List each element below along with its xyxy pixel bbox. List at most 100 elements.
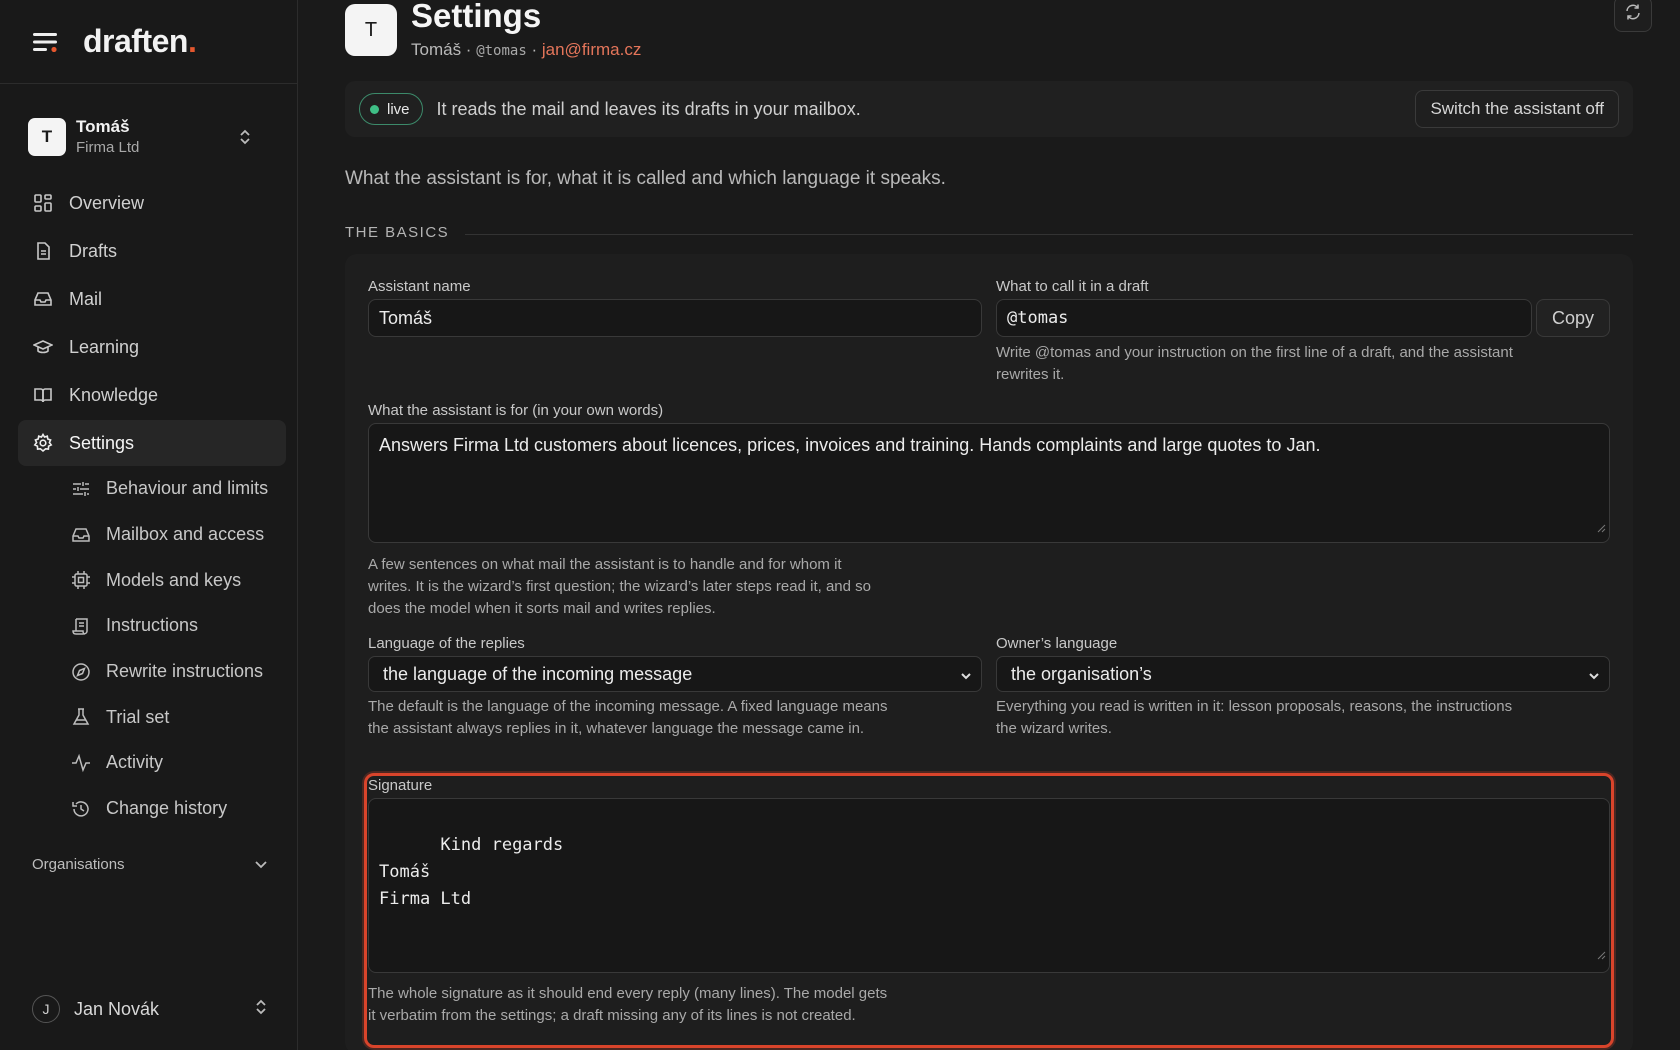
assistant-handle: @tomas bbox=[476, 43, 527, 59]
signature-label: Signature bbox=[368, 777, 433, 794]
purpose-help: A few sentences on what mail the assista… bbox=[368, 556, 871, 617]
scroll-icon bbox=[70, 615, 92, 637]
cpu-icon bbox=[70, 569, 92, 591]
subnav-label: Instructions bbox=[106, 615, 199, 636]
chevron-down-icon bbox=[1587, 667, 1601, 688]
flask-icon bbox=[70, 706, 92, 728]
user-avatar: J bbox=[32, 995, 60, 1023]
nav-item-drafts[interactable]: Drafts bbox=[18, 228, 286, 274]
nav-item-mail[interactable]: Mail bbox=[18, 276, 286, 322]
draft-handle-input[interactable]: @tomas bbox=[996, 299, 1532, 337]
main-content: T Settings Tomáš · @tomas · jan@firma.cz… bbox=[299, 0, 1680, 1050]
section-title: THE BASICS bbox=[345, 224, 450, 241]
assistant-avatar: T bbox=[345, 4, 397, 56]
basics-card: Assistant name Tomáš What to call it in … bbox=[345, 254, 1633, 1050]
subnav-item-activity[interactable]: Activity bbox=[18, 740, 286, 786]
owner-language-label: Owner’s language bbox=[996, 635, 1118, 652]
nav-item-learning[interactable]: Learning bbox=[18, 324, 286, 370]
separator: · bbox=[461, 40, 477, 59]
subnav-label: Change history bbox=[106, 798, 228, 819]
divider bbox=[465, 234, 1633, 235]
book-open-icon bbox=[32, 384, 54, 406]
draft-handle-help: Write @tomas and your instruction on the… bbox=[996, 344, 1513, 383]
organisations-toggle[interactable]: Organisations bbox=[32, 852, 268, 876]
user-menu[interactable]: J Jan Novák bbox=[32, 994, 268, 1024]
grid-icon bbox=[32, 192, 54, 214]
brand-name: draften bbox=[83, 23, 188, 59]
subnav-item-mailbox[interactable]: Mailbox and access bbox=[18, 512, 286, 558]
refresh-icon bbox=[1624, 3, 1642, 26]
gear-icon bbox=[32, 432, 54, 454]
inbox-icon bbox=[32, 288, 54, 310]
activity-icon bbox=[70, 752, 92, 774]
reply-language-help: The default is the language of the incom… bbox=[368, 698, 888, 737]
switch-assistant-off-button[interactable]: Switch the assistant off bbox=[1415, 90, 1619, 128]
signature-text: Kind regards Tomáš Firma Ltd bbox=[379, 835, 564, 909]
account-switcher[interactable]: T Tomáš Firma Ltd bbox=[20, 108, 278, 166]
account-name: Tomáš bbox=[76, 117, 130, 137]
status-badge-label: live bbox=[387, 100, 410, 118]
brand-row: draften. bbox=[0, 0, 297, 84]
subnav-label: Rewrite instructions bbox=[106, 661, 264, 682]
subnav-label: Models and keys bbox=[106, 569, 242, 590]
subnav-label: Mailbox and access bbox=[106, 524, 265, 545]
owner-email-link[interactable]: jan@firma.cz bbox=[542, 40, 641, 59]
sliders-icon bbox=[70, 478, 92, 500]
purpose-text: Answers Firma Ltd customers about licenc… bbox=[379, 435, 1321, 455]
separator: · bbox=[526, 40, 542, 59]
subnav-label: Behaviour and limits bbox=[106, 478, 269, 499]
signature-textarea[interactable]: Kind regards Tomáš Firma Ltd bbox=[368, 798, 1610, 973]
subnav-item-rewrite[interactable]: Rewrite instructions bbox=[18, 649, 286, 695]
assistant-name-input[interactable]: Tomáš bbox=[368, 299, 982, 337]
subnav-item-models[interactable]: Models and keys bbox=[18, 557, 286, 603]
file-text-icon bbox=[32, 240, 54, 262]
section-heading: THE BASICS bbox=[345, 224, 1633, 241]
page-header: T Settings Tomáš · @tomas · jan@firma.cz bbox=[345, 0, 641, 70]
settings-subnav: Behaviour and limits Mailbox and access … bbox=[18, 466, 286, 832]
account-org: Firma Ltd bbox=[76, 139, 140, 157]
menu-icon[interactable] bbox=[32, 28, 60, 56]
status-dot bbox=[370, 104, 379, 114]
resize-grip-icon[interactable] bbox=[1596, 942, 1606, 969]
user-name: Jan Novák bbox=[74, 998, 160, 1019]
subnav-item-history[interactable]: Change history bbox=[18, 786, 286, 832]
brand-dot: . bbox=[187, 23, 197, 59]
reply-language-select[interactable]: the language of the incoming message bbox=[368, 656, 982, 692]
status-description: It reads the mail and leaves its drafts … bbox=[436, 98, 861, 119]
nav-item-overview[interactable]: Overview bbox=[18, 180, 286, 226]
purpose-textarea[interactable]: Answers Firma Ltd customers about licenc… bbox=[368, 423, 1610, 543]
graduation-cap-icon bbox=[32, 336, 54, 358]
nav-label: Mail bbox=[69, 288, 103, 309]
owner-language-value: the organisation’s bbox=[1011, 663, 1152, 684]
assistant-name: Tomáš bbox=[411, 40, 462, 59]
brand-logo[interactable]: draften. bbox=[83, 23, 197, 60]
main-nav: Overview Drafts Mail Learning Knowledge … bbox=[18, 180, 286, 832]
subnav-label: Trial set bbox=[106, 706, 170, 727]
assistant-status-bar: live It reads the mail and leaves its dr… bbox=[345, 81, 1633, 137]
subnav-item-behaviour[interactable]: Behaviour and limits bbox=[18, 466, 286, 512]
chevron-down-icon bbox=[254, 856, 268, 873]
organisations-label: Organisations bbox=[32, 855, 125, 873]
nav-item-settings[interactable]: Settings bbox=[18, 420, 286, 466]
nav-label: Overview bbox=[69, 192, 145, 213]
chevrons-up-down-icon bbox=[254, 997, 268, 1022]
subnav-item-instructions[interactable]: Instructions bbox=[18, 603, 286, 649]
reply-language-label: Language of the replies bbox=[368, 635, 525, 652]
owner-language-select[interactable]: the organisation’s bbox=[996, 656, 1610, 692]
subnav-item-trial[interactable]: Trial set bbox=[18, 694, 286, 740]
nav-label: Knowledge bbox=[69, 384, 159, 405]
nav-label: Drafts bbox=[69, 240, 118, 261]
resize-grip-icon[interactable] bbox=[1596, 515, 1606, 539]
copy-handle-button[interactable]: Copy bbox=[1536, 299, 1610, 337]
subnav-label: Activity bbox=[106, 752, 164, 773]
section-intro: What the assistant is for, what it is ca… bbox=[345, 168, 946, 189]
nav-item-knowledge[interactable]: Knowledge bbox=[18, 372, 286, 418]
draft-handle-label: What to call it in a draft bbox=[996, 278, 1149, 295]
page-title: Settings bbox=[411, 0, 542, 34]
page-subtitle: Tomáš · @tomas · jan@firma.cz bbox=[411, 40, 641, 60]
reply-language-value: the language of the incoming message bbox=[383, 663, 693, 684]
chevron-down-icon bbox=[959, 667, 973, 688]
refresh-button[interactable] bbox=[1614, 0, 1652, 32]
nav-label: Settings bbox=[69, 432, 135, 453]
nav-label: Learning bbox=[69, 336, 140, 357]
